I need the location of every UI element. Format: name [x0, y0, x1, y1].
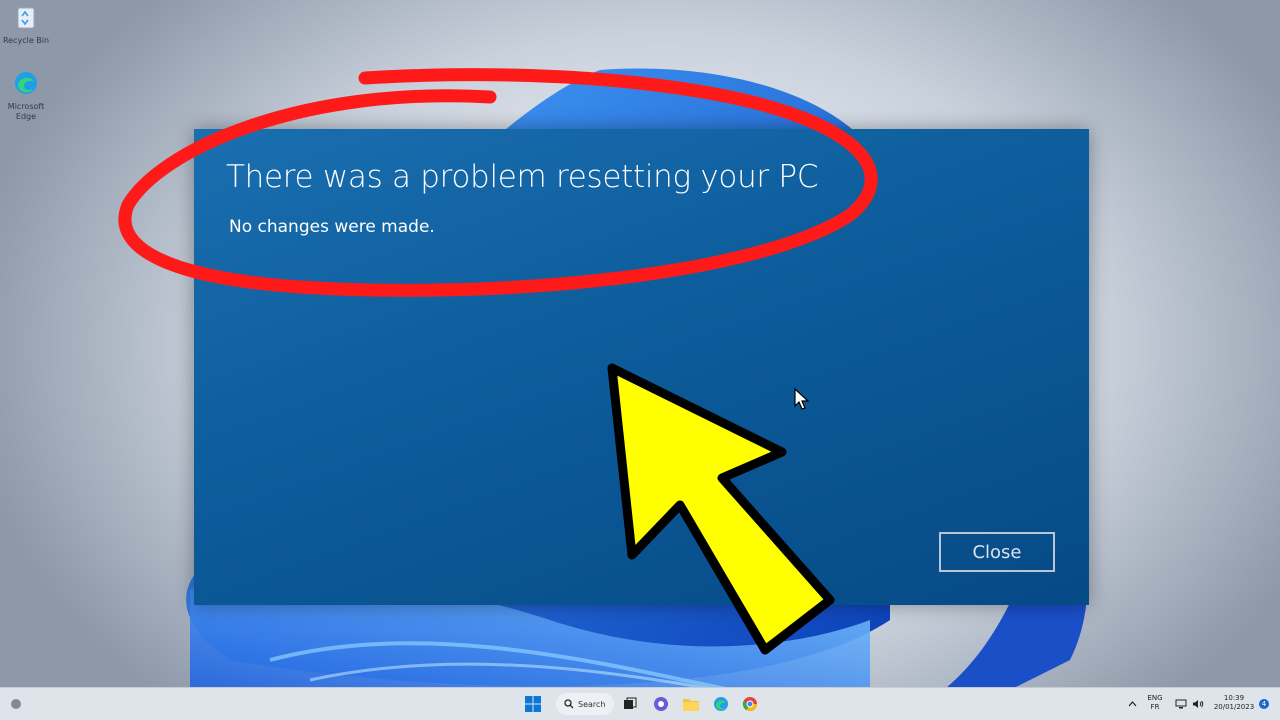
- chrome-icon: [742, 697, 757, 711]
- clock-time: 10:39: [1223, 694, 1245, 702]
- taskbar: Search ENG FR 10:39 20/01/2023 4: [0, 687, 1280, 720]
- task-view-icon: [624, 697, 637, 709]
- search-label: Search: [578, 699, 606, 709]
- desktop-icon-label: Microsoft Edge: [7, 102, 45, 121]
- language-indicator[interactable]: ENG FR: [1145, 694, 1165, 712]
- notifications-button[interactable]: 4: [1258, 688, 1270, 720]
- network-button[interactable]: [1173, 688, 1189, 720]
- file-explorer-button[interactable]: [680, 688, 702, 720]
- search-icon: [564, 699, 574, 709]
- taskbar-search[interactable]: Search: [556, 693, 614, 715]
- chrome-button[interactable]: [739, 688, 761, 720]
- teams-chat-button[interactable]: [650, 688, 672, 720]
- dialog-message: No changes were made.: [229, 217, 435, 237]
- clock[interactable]: 10:39 20/01/2023: [1210, 694, 1258, 712]
- notification-badge: 4: [1259, 699, 1269, 709]
- language-primary: ENG: [1147, 694, 1163, 702]
- volume-button[interactable]: [1190, 688, 1206, 720]
- dialog-title: There was a problem resetting your PC: [226, 159, 819, 195]
- network-icon: [1175, 699, 1187, 709]
- language-secondary: FR: [1150, 703, 1160, 711]
- mouse-cursor-icon: [794, 388, 810, 410]
- desktop-icon-recycle-bin[interactable]: Recycle Bin: [2, 4, 50, 46]
- task-view-button[interactable]: [620, 688, 640, 720]
- close-button[interactable]: Close: [939, 532, 1055, 572]
- edge-icon: [714, 697, 728, 711]
- chat-icon: [654, 697, 668, 711]
- edge-icon: [15, 72, 37, 94]
- folder-icon: [683, 699, 699, 711]
- widgets-button[interactable]: [6, 688, 26, 720]
- windows-logo-icon: [525, 696, 541, 712]
- desktop-icon-label: Recycle Bin: [2, 36, 50, 45]
- edge-taskbar-button[interactable]: [710, 688, 732, 720]
- speaker-icon: [1193, 700, 1204, 708]
- chevron-up-icon: [1128, 701, 1136, 707]
- show-hidden-icons-button[interactable]: [1124, 688, 1140, 720]
- start-button[interactable]: [522, 688, 544, 720]
- desktop-icon-edge[interactable]: Microsoft Edge: [2, 70, 50, 122]
- recycle-bin-icon: [17, 7, 35, 29]
- clock-date: 20/01/2023: [1213, 703, 1255, 711]
- reset-error-dialog: There was a problem resetting your PC No…: [194, 129, 1089, 605]
- weather-icon: [11, 699, 21, 709]
